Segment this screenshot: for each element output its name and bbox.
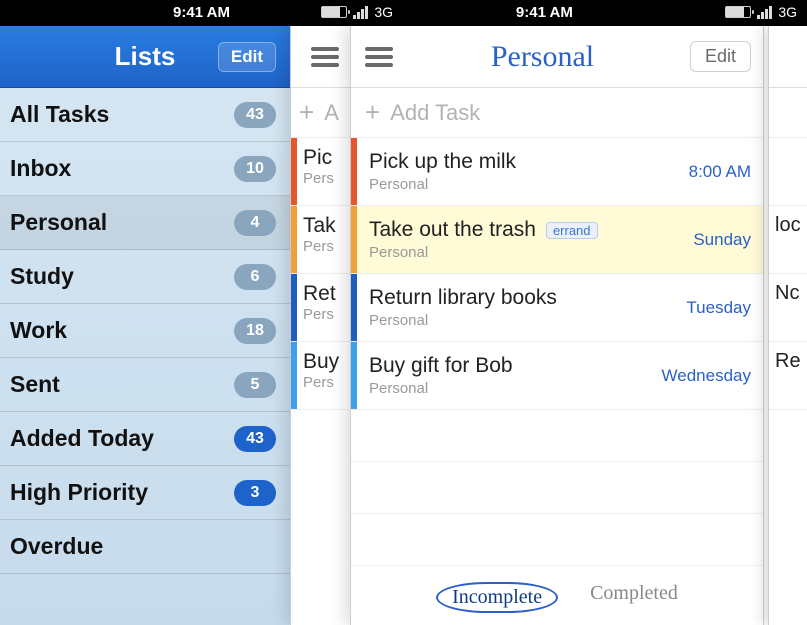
task-title: Pick up the milk	[369, 150, 516, 174]
tab-incomplete[interactable]: Incomplete	[436, 582, 558, 613]
task-title: Return library books	[369, 286, 557, 310]
task-body: Return library books Personal	[357, 274, 686, 341]
task-row-far[interactable]: Re	[769, 342, 807, 410]
list-item[interactable]: Work 18	[0, 304, 290, 358]
task-row-behind[interactable]: PicPers	[291, 138, 359, 206]
list-item-label: Added Today	[10, 425, 154, 452]
status-time-right: 9:41 AM	[516, 4, 573, 21]
task-subtitle: Personal	[369, 244, 681, 261]
tasks-panel: Personal Edit + Add Task Pick up the mil…	[350, 26, 764, 625]
list-item-label: Sent	[10, 371, 60, 398]
tasks-footer-tabs: Incomplete Completed	[351, 582, 763, 613]
list-item-label: Overdue	[10, 533, 103, 560]
list-item-count-badge: 18	[234, 318, 276, 344]
statusbar-left: 9:41 AM 3G	[0, 0, 403, 26]
task-row-behind[interactable]: TakPers	[291, 206, 359, 274]
task-due: Sunday	[693, 206, 763, 273]
statusbar: 9:41 AM 3G 9:41 AM 3G	[0, 0, 807, 26]
empty-row	[351, 410, 763, 462]
task-row[interactable]: Return library books Personal Tuesday	[351, 274, 763, 342]
tasks-area: + A PicPersTakPersRetPersBuyPers Persona…	[290, 26, 807, 625]
status-time-left: 9:41 AM	[173, 4, 230, 21]
task-row-behind[interactable]: RetPers	[291, 274, 359, 342]
task-title: Take out the trash	[369, 218, 536, 242]
task-row-far[interactable]: loc	[769, 206, 807, 274]
plus-icon: +	[299, 97, 314, 128]
list-item[interactable]: Personal 4	[0, 196, 290, 250]
task-subtitle: Personal	[369, 380, 650, 397]
lists-header: Lists Edit	[0, 26, 290, 88]
list-item[interactable]: Study 6	[0, 250, 290, 304]
task-subtitle: Personal	[369, 176, 677, 193]
list-item-label: All Tasks	[10, 101, 109, 128]
list-item[interactable]: Added Today 43	[0, 412, 290, 466]
menu-icon[interactable]	[363, 45, 395, 69]
list-item-label: Work	[10, 317, 67, 344]
status-network-right: 3G	[725, 4, 797, 20]
list-item-label: Study	[10, 263, 74, 290]
empty-row	[351, 462, 763, 514]
signal-icon	[353, 6, 368, 19]
task-row-far[interactable]: Nc	[769, 274, 807, 342]
tasks-title: Personal	[491, 40, 594, 74]
task-row-behind[interactable]: BuyPers	[291, 342, 359, 410]
task-body: Take out the trash errand Personal	[357, 206, 693, 273]
list-item-count-badge: 6	[234, 264, 276, 290]
list-item[interactable]: All Tasks 43	[0, 88, 290, 142]
list-item-count-badge: 10	[234, 156, 276, 182]
task-row-far[interactable]	[769, 138, 807, 206]
list-item-label: Inbox	[10, 155, 71, 182]
task-body: Pick up the milk Personal	[357, 138, 689, 205]
task-title: Buy gift for Bob	[369, 354, 513, 378]
list-item-label: High Priority	[10, 479, 148, 506]
empty-row	[351, 514, 763, 566]
status-network-left: 3G	[321, 4, 393, 20]
list-item-count-badge: 43	[234, 102, 276, 128]
task-row[interactable]: Take out the trash errand Personal Sunday	[351, 206, 763, 274]
network-label-left: 3G	[374, 4, 393, 20]
lists-edit-button[interactable]: Edit	[218, 42, 276, 72]
tasks-panel-right-sliver: locNcRe	[768, 26, 807, 625]
task-row[interactable]: Buy gift for Bob Personal Wednesday	[351, 342, 763, 410]
network-label-right: 3G	[778, 4, 797, 20]
lists-screen: Lists Edit All Tasks 43 Inbox 10 Personal 4 St…	[0, 26, 290, 625]
add-task-behind[interactable]: + A	[291, 88, 359, 138]
task-due: 8:00 AM	[689, 138, 763, 205]
list-item-count-badge: 3	[234, 480, 276, 506]
add-task-row[interactable]: + Add Task	[351, 88, 763, 138]
list-item[interactable]: Sent 5	[0, 358, 290, 412]
add-task-placeholder: Add Task	[390, 100, 480, 126]
far-header	[769, 26, 807, 88]
battery-icon	[321, 6, 347, 18]
tab-completed[interactable]: Completed	[590, 582, 678, 613]
list-item-count-badge: 43	[234, 426, 276, 452]
task-body: Buy gift for Bob Personal	[357, 342, 662, 409]
battery-icon	[725, 6, 751, 18]
tasks-header: Personal Edit	[351, 26, 763, 88]
menu-icon[interactable]	[309, 45, 341, 69]
list-item[interactable]: Overdue	[0, 520, 290, 574]
list-item-count-badge: 4	[234, 210, 276, 236]
task-row[interactable]: Pick up the milk Personal 8:00 AM	[351, 138, 763, 206]
list-item-count-badge: 5	[234, 372, 276, 398]
task-tag: errand	[546, 222, 598, 239]
signal-icon	[757, 6, 772, 19]
plus-icon: +	[365, 97, 380, 128]
statusbar-right: 9:41 AM 3G	[403, 0, 807, 26]
tasks-edit-button[interactable]: Edit	[690, 41, 751, 72]
list-item[interactable]: Inbox 10	[0, 142, 290, 196]
task-subtitle: Personal	[369, 312, 674, 329]
list-item-label: Personal	[10, 209, 107, 236]
add-task-far[interactable]	[769, 88, 807, 138]
lists-title: Lists	[115, 41, 176, 72]
task-due: Wednesday	[662, 342, 763, 409]
task-due: Tuesday	[686, 274, 763, 341]
list-item[interactable]: High Priority 3	[0, 466, 290, 520]
